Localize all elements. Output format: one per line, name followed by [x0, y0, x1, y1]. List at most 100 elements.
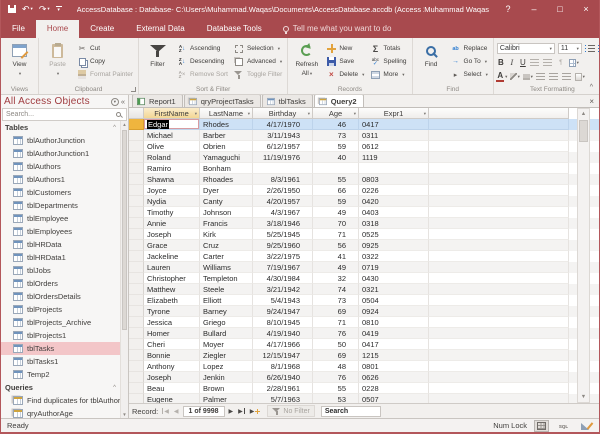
cell[interactable]: 0626	[359, 372, 429, 383]
cell[interactable]: Jackeline	[144, 251, 200, 262]
font-color-button[interactable]: A▾	[497, 72, 507, 82]
cell[interactable]: Christopher	[144, 273, 200, 284]
nav-item-tblemployee[interactable]: tblEmployee	[1, 212, 120, 225]
cell[interactable]: 69	[313, 306, 359, 317]
cell[interactable]: Timothy	[144, 207, 200, 218]
row-selector[interactable]	[129, 383, 144, 394]
cell[interactable]: 0430	[359, 273, 429, 284]
column-header-lastname[interactable]: LastName▾	[200, 108, 253, 119]
cell[interactable]: 0925	[359, 240, 429, 251]
spelling-button[interactable]: Spelling	[368, 55, 408, 68]
tell-me-box[interactable]: Tell me what you want to do	[283, 24, 392, 38]
cell[interactable]: Eugene	[144, 394, 200, 403]
font-name-select[interactable]: Calibri▾	[497, 43, 555, 54]
bold-button[interactable]: B	[497, 58, 505, 67]
cell[interactable]: 0321	[359, 284, 429, 295]
cell[interactable]: 0810	[359, 317, 429, 328]
collapse-group-icon[interactable]: ^	[113, 125, 116, 131]
design-view-button[interactable]	[578, 420, 593, 432]
ascending-button[interactable]: ↓Ascending	[175, 42, 230, 55]
view-button[interactable]: View ▾	[4, 40, 35, 84]
cell[interactable]: 0228	[359, 383, 429, 394]
cell[interactable]: 76	[313, 372, 359, 383]
find-button[interactable]: Find	[416, 40, 447, 84]
cell[interactable]: Cheri	[144, 339, 200, 350]
row-selector[interactable]	[129, 240, 144, 251]
cell[interactable]: 0924	[359, 306, 429, 317]
nav-item-temp2[interactable]: Temp2	[1, 368, 120, 381]
cell[interactable]: 66	[313, 185, 359, 196]
cell[interactable]: 8/3/1961	[253, 174, 313, 185]
cell-effects-button[interactable]: ▾	[575, 72, 585, 82]
cell[interactable]: 74	[313, 284, 359, 295]
selection-button[interactable]: Selection▾	[232, 42, 284, 55]
row-selector[interactable]	[129, 141, 144, 152]
scroll-up-icon[interactable]: ▲	[122, 122, 126, 127]
cell[interactable]: Joseph	[144, 372, 200, 383]
cell[interactable]: 4/17/1966	[253, 339, 313, 350]
cell[interactable]: 73	[313, 295, 359, 306]
next-record-button[interactable]: ▶	[228, 408, 235, 415]
column-dropdown-icon[interactable]: ▾	[308, 111, 310, 117]
font-size-select[interactable]: 11▾	[558, 43, 582, 54]
cell[interactable]: 59	[313, 141, 359, 152]
cell[interactable]: 53	[313, 394, 359, 403]
row-selector[interactable]	[129, 152, 144, 163]
document-tab-qryprojecttasks[interactable]: qryProjectTasks	[184, 95, 261, 107]
tab-external-data[interactable]: External Data	[125, 20, 195, 38]
cell[interactable]: 3/22/1975	[253, 251, 313, 262]
gridlines-button[interactable]: ▾	[569, 58, 579, 68]
nav-item-qryauthorage[interactable]: qryAuthorAge	[1, 407, 120, 418]
new-record-ribbon-button[interactable]: New	[324, 42, 366, 55]
cell[interactable]: 49	[313, 262, 359, 273]
cell[interactable]: 0801	[359, 361, 429, 372]
cell[interactable]: Dyer	[200, 185, 253, 196]
cell[interactable]: 5/7/1963	[253, 394, 313, 403]
refresh-all-button[interactable]: Refresh All▾	[291, 40, 322, 84]
cell[interactable]: 3/11/1943	[253, 130, 313, 141]
cell[interactable]: 70	[313, 218, 359, 229]
scrollbar-thumb[interactable]	[579, 120, 588, 142]
cell[interactable]: Bonnie	[144, 350, 200, 361]
nav-group-header-tables[interactable]: Tables^	[1, 121, 120, 134]
redo-icon[interactable]: ↷▾	[39, 4, 50, 14]
filter-button[interactable]: Filter	[142, 40, 173, 84]
cell[interactable]: 55	[313, 383, 359, 394]
first-record-button[interactable]: ◀	[161, 408, 170, 415]
format-painter-button[interactable]: Format Painter	[75, 68, 135, 81]
copy-button[interactable]: Copy	[75, 55, 135, 68]
cell[interactable]: 41	[313, 251, 359, 262]
cell[interactable]: Moyer	[200, 339, 253, 350]
row-selector[interactable]	[129, 350, 144, 361]
cell[interactable]: 48	[313, 361, 359, 372]
cell[interactable]: 76	[313, 328, 359, 339]
nav-item-tbldepartments[interactable]: tblDepartments	[1, 199, 120, 212]
cell[interactable]: Kirk	[200, 229, 253, 240]
cell[interactable]: Griego	[200, 317, 253, 328]
cell[interactable]: Ramiro	[144, 163, 200, 174]
remove-sort-button[interactable]: ×Remove Sort	[175, 68, 230, 81]
cell[interactable]: Joseph	[144, 229, 200, 240]
cell[interactable]: Jessica	[144, 317, 200, 328]
cell[interactable]: 4/20/1957	[253, 196, 313, 207]
row-selector[interactable]	[129, 262, 144, 273]
nav-item-tblhrdata1[interactable]: tblHRData1	[1, 251, 120, 264]
row-selector[interactable]	[129, 317, 144, 328]
cell[interactable]: 0612	[359, 141, 429, 152]
nav-search-box[interactable]: Search...	[2, 108, 127, 121]
tab-database-tools[interactable]: Database Tools	[196, 20, 273, 38]
underline-button[interactable]: U	[519, 58, 527, 67]
previous-record-button[interactable]: ◀	[173, 408, 180, 415]
cell[interactable]: 0318	[359, 218, 429, 229]
nav-item-tblordersdetails[interactable]: tblOrdersDetails	[1, 290, 120, 303]
cell[interactable]: Templeton	[200, 273, 253, 284]
cell[interactable]: Steele	[200, 284, 253, 295]
nav-item-tblauthorjunction[interactable]: tblAuthorJunction	[1, 134, 120, 147]
cell[interactable]: Barber	[200, 130, 253, 141]
nav-menu-icon[interactable]: ▾	[111, 98, 119, 106]
nav-group-header-queries[interactable]: Queries^	[1, 381, 120, 394]
cell[interactable]: 4/19/1940	[253, 328, 313, 339]
cut-button[interactable]: ✂Cut	[75, 42, 135, 55]
new-blank-record-button[interactable]: ▶	[249, 408, 262, 415]
cell[interactable]: Ziegler	[200, 350, 253, 361]
